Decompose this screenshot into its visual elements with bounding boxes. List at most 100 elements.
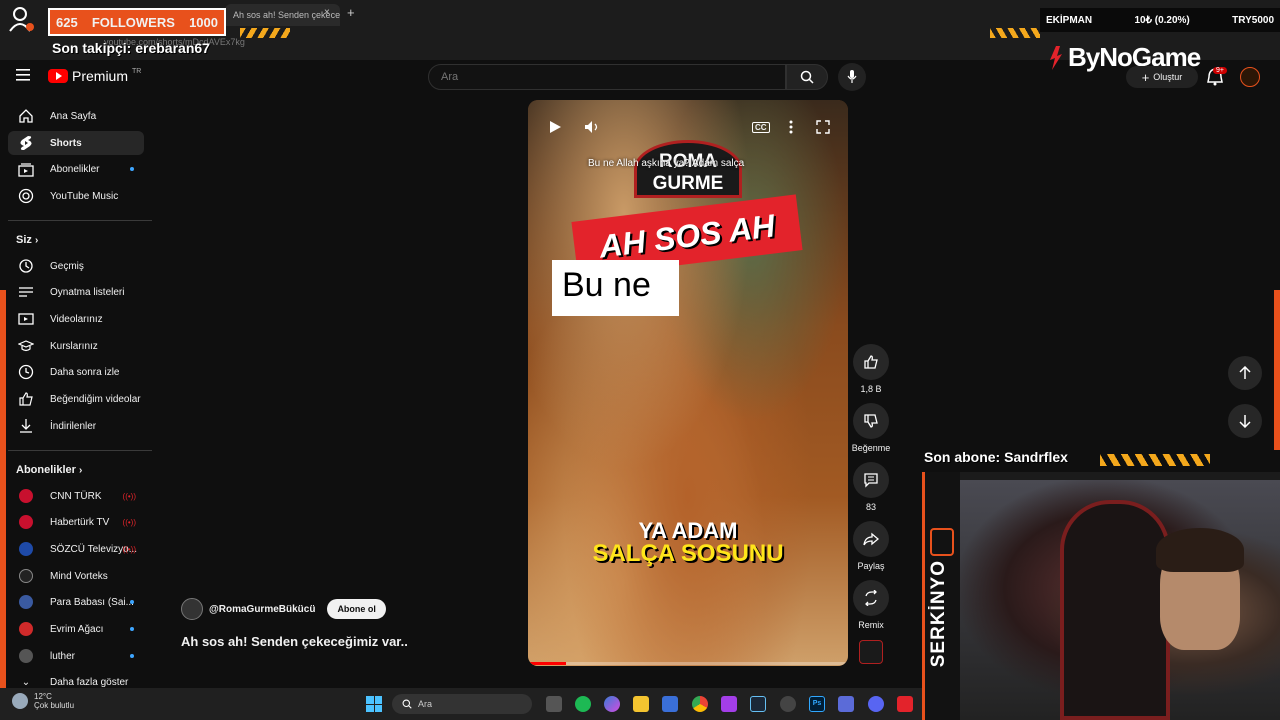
sidebar-item-liked-videos[interactable]: Beğendiğim videolar <box>8 387 144 411</box>
gaming-chair <box>1060 500 1170 720</box>
sidebar-item-label: Kurslarınız <box>50 340 98 352</box>
live-icon: ((•)) <box>122 491 136 501</box>
arrow-down-icon <box>1239 415 1251 428</box>
photoshop-icon[interactable]: Ps <box>809 696 825 712</box>
channel-avatar[interactable] <box>181 598 203 620</box>
media-app-icon[interactable] <box>721 696 737 712</box>
sidebar-item-downloads[interactable]: İndirilenler <box>8 414 144 438</box>
menu-icon[interactable] <box>16 68 32 84</box>
last-subscriber-text: Son abone: Sandrflex <box>924 449 1068 465</box>
chrome-icon[interactable] <box>692 696 708 712</box>
sidebar-channel-mind-vorteks[interactable]: Mind Vorteks <box>8 564 144 588</box>
sidebar-item-your-videos[interactable]: Videolarınız <box>8 307 144 331</box>
taskbar-search[interactable]: Ara <box>392 694 532 714</box>
sidebar-channel-luther[interactable]: luther <box>8 644 144 668</box>
remix-icon <box>865 590 877 606</box>
channel-thumbnail[interactable] <box>859 640 883 664</box>
volume-icon[interactable] <box>584 120 600 134</box>
sidebar-item-home[interactable]: Ana Sayfa <box>8 104 144 128</box>
search-button[interactable] <box>786 64 828 90</box>
previous-short-button[interactable] <box>1228 356 1262 390</box>
share-label: Paylaş <box>857 561 885 571</box>
obs-icon[interactable] <box>780 696 796 712</box>
file-explorer-icon[interactable] <box>633 696 649 712</box>
task-view-icon[interactable] <box>546 696 562 712</box>
notification-badge: 9+ <box>1213 67 1227 74</box>
sidebar-section-subscriptions[interactable]: Abonelikler › <box>16 464 82 476</box>
next-short-button[interactable] <box>1228 404 1262 438</box>
more-options-icon[interactable] <box>786 120 796 134</box>
like-button[interactable]: 1,8 B <box>850 344 892 394</box>
sidebar-item-label: luther <box>50 650 76 662</box>
comments-button[interactable]: 83 <box>850 462 892 512</box>
windows-start-icon[interactable] <box>366 696 382 712</box>
sidebar-channel-haberturk[interactable]: Habertürk TV ((•)) <box>8 510 144 534</box>
app-icon[interactable] <box>838 696 854 712</box>
sidebar-item-history[interactable]: Geçmiş <box>8 254 144 278</box>
captions-button[interactable]: CC <box>752 122 770 133</box>
weather-condition: Çok bulutlu <box>34 701 75 710</box>
channel-avatar <box>19 622 33 636</box>
sidebar-item-label: Mind Vorteks <box>50 570 108 582</box>
create-button[interactable]: + Oluştur <box>1126 66 1198 88</box>
cloud-icon <box>12 693 28 709</box>
sidebar-channel-para-babasi[interactable]: Para Babası (Sai... <box>8 590 144 614</box>
home-icon <box>19 109 33 123</box>
sidebar-item-label: Para Babası (Sai... <box>50 596 134 608</box>
subscribe-button[interactable]: Abone ol <box>327 599 386 619</box>
sidebar-item-watch-later[interactable]: Daha sonra izle <box>8 360 144 384</box>
sidebar-section-you[interactable]: Siz › <box>16 234 38 246</box>
arrow-up-icon <box>1239 366 1251 379</box>
channel-row: @RomaGurmeBükücü Abone ol <box>181 598 386 620</box>
fullscreen-icon[interactable] <box>816 120 830 134</box>
ticker-item: EKİPMAN <box>1046 14 1093 26</box>
sidebar-item-youtube-music[interactable]: YouTube Music <box>8 184 144 208</box>
donation-ticker: EKİPMAN 10₺ (0.20%) TRY5000 <box>1040 8 1280 32</box>
sidebar-channel-evrim-agaci[interactable]: Evrim Ağacı <box>8 617 144 641</box>
sidebar-item-label: Daha fazla göster <box>50 676 129 688</box>
store-icon[interactable] <box>662 696 678 712</box>
sidebar-item-playlists[interactable]: Oynatma listeleri <box>8 280 144 304</box>
new-content-dot <box>130 600 134 604</box>
sidebar-channel-cnn-turk[interactable]: CNN TÜRK ((•)) <box>8 484 144 508</box>
thumbs-up-icon <box>19 392 33 406</box>
sidebar-item-shorts[interactable]: Shorts <box>8 131 144 155</box>
short-video-player[interactable]: ROMA GURME Bu ne Allah aşkına ya? Adam s… <box>528 100 848 666</box>
shorts-icon <box>20 136 32 150</box>
steam-icon[interactable] <box>750 696 766 712</box>
account-avatar[interactable] <box>1240 67 1260 87</box>
restaurant-sign: ROMA GURME <box>634 140 742 198</box>
channel-handle[interactable]: @RomaGurmeBükücü <box>209 604 315 615</box>
discord-icon[interactable] <box>868 696 884 712</box>
graduation-cap-icon <box>18 340 34 352</box>
stream-app-icon[interactable] <box>897 696 913 712</box>
search-input[interactable] <box>428 64 786 90</box>
share-button[interactable]: Paylaş <box>850 521 892 571</box>
new-tab-button[interactable]: + <box>347 5 355 20</box>
sidebar-item-label: Geçmiş <box>50 260 84 272</box>
chevron-right-icon: › <box>78 465 83 476</box>
copilot-icon[interactable] <box>604 696 620 712</box>
chevron-down-icon: ⌄ <box>21 676 31 688</box>
remix-label: Remix <box>858 620 884 630</box>
streamer-logo-icon <box>930 528 954 556</box>
video-progress-bar[interactable] <box>528 662 848 665</box>
decorative-stripes <box>240 28 290 38</box>
spotify-icon[interactable] <box>575 696 591 712</box>
sidebar-item-courses[interactable]: Kurslarınız <box>8 334 144 358</box>
voice-search-button[interactable] <box>838 63 866 91</box>
weather-widget[interactable]: 12°C Çok bulutlu <box>12 692 74 710</box>
youtube-logo[interactable]: Premium TR <box>48 68 141 84</box>
remix-button[interactable]: Remix <box>850 580 892 630</box>
sidebar-channel-sozcu[interactable]: SÖZCÜ Televizyo... ((•)) <box>8 537 144 561</box>
tab-close-icon[interactable]: × <box>324 7 330 18</box>
followers-goal-bar: 625 FOLLOWERS 1000 <box>48 8 226 36</box>
sidebar-item-label: Beğendiğim videolar <box>50 393 141 405</box>
new-content-dot <box>130 627 134 631</box>
browser-tab[interactable]: Ah sos ah! Senden çekece <box>225 4 340 26</box>
sidebar-item-subscriptions[interactable]: Abonelikler <box>8 157 144 181</box>
play-icon[interactable] <box>548 120 562 134</box>
sidebar-item-label: Ana Sayfa <box>50 110 97 122</box>
dislike-button[interactable]: Beğenme <box>850 403 892 453</box>
decorative-stripes <box>1100 454 1210 466</box>
